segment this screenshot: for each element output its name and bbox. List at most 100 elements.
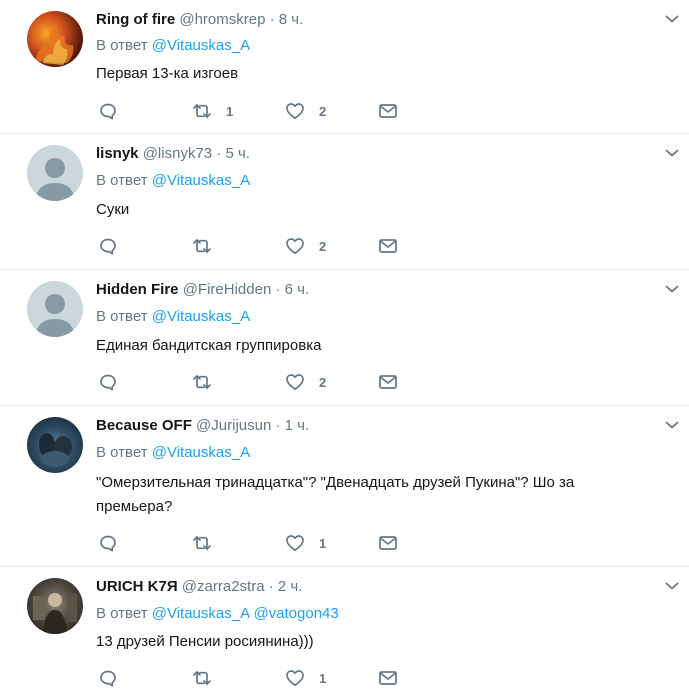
photo-icon — [33, 593, 77, 634]
heart-icon — [286, 535, 304, 552]
avatar[interactable] — [27, 578, 83, 634]
retweet-icon — [193, 104, 211, 118]
like-count: 2 — [319, 103, 327, 119]
fire-icon — [35, 25, 74, 65]
username[interactable]: @FireHidden — [183, 281, 272, 298]
reply-prefix: В ответ — [96, 172, 148, 189]
chevron-down-icon[interactable] — [665, 420, 679, 430]
reply-prefix: В ответ — [96, 37, 148, 54]
reply-button[interactable] — [98, 236, 118, 256]
tweet-text: "Омерзительная тринадцатка"? "Двенадцать… — [96, 474, 575, 515]
reply-mention-link-2[interactable]: @vatogon43 — [253, 605, 338, 622]
heart-icon — [286, 103, 304, 120]
timestamp[interactable]: · 8 ч. — [270, 11, 304, 28]
photo-icon — [39, 433, 72, 467]
reply-mention-link[interactable]: @Vitauskas_A — [152, 605, 250, 622]
timestamp[interactable]: · 1 ч. — [275, 417, 309, 434]
reply-icon — [100, 103, 116, 120]
chevron-down-icon[interactable] — [665, 14, 679, 24]
tweet[interactable]: Ring of fire @hromskrep · 8 ч. В ответ @… — [0, 0, 689, 134]
retweet-icon — [193, 375, 211, 389]
timestamp[interactable]: · 6 ч. — [275, 281, 309, 298]
like-button[interactable]: 1 — [285, 533, 326, 553]
retweet-button[interactable] — [192, 533, 226, 553]
display-name[interactable]: Hidden Fire — [96, 281, 179, 298]
envelope-icon — [379, 671, 397, 685]
like-count: 1 — [319, 535, 327, 551]
reply-icon — [100, 535, 116, 552]
reply-prefix: В ответ — [96, 605, 148, 622]
like-count: 1 — [319, 670, 327, 686]
timestamp[interactable]: · 5 ч. — [216, 145, 250, 162]
retweet-icon — [193, 671, 211, 685]
retweet-icon — [193, 239, 211, 253]
timestamp[interactable]: · 2 ч. — [269, 578, 303, 595]
reply-mention-link[interactable]: @Vitauskas_A — [152, 172, 250, 189]
chevron-down-icon[interactable] — [665, 148, 679, 158]
reply-context: В ответ @Vitauskas_A — [96, 171, 250, 191]
tweet-header: Hidden Fire @FireHidden · 6 ч. — [96, 280, 309, 300]
direct-message-button[interactable] — [378, 236, 398, 256]
default-profile-icon — [35, 294, 75, 337]
like-button[interactable]: 1 — [285, 668, 326, 688]
chevron-down-icon[interactable] — [665, 284, 679, 294]
display-name[interactable]: URICH K7Я — [96, 578, 178, 595]
like-button[interactable]: 2 — [285, 372, 326, 392]
avatar[interactable] — [27, 281, 83, 337]
tweet[interactable]: URICH K7Я @zarra2stra · 2 ч. В ответ @Vi… — [0, 567, 689, 697]
avatar[interactable] — [27, 145, 83, 201]
retweet-button[interactable] — [192, 668, 226, 688]
username[interactable]: @hromskrep — [179, 11, 265, 28]
reply-button[interactable] — [98, 101, 118, 121]
reply-icon — [100, 374, 116, 391]
heart-icon — [286, 238, 304, 255]
reply-button[interactable] — [98, 668, 118, 688]
reply-button[interactable] — [98, 533, 118, 553]
tweet-header: lisnyk @lisnyk73 · 5 ч. — [96, 144, 250, 164]
direct-message-button[interactable] — [378, 668, 398, 688]
like-count: 2 — [319, 374, 327, 390]
default-profile-icon — [35, 158, 75, 201]
tweet-header: URICH K7Я @zarra2stra · 2 ч. — [96, 577, 302, 597]
reply-mention-link[interactable]: @Vitauskas_A — [152, 308, 250, 325]
retweet-button[interactable]: 1 — [192, 101, 233, 121]
tweet-header: Because OFF @Jurijusun · 1 ч. — [96, 416, 309, 436]
reply-icon — [100, 670, 116, 687]
username[interactable]: @Jurijusun — [196, 417, 271, 434]
retweet-button[interactable] — [192, 236, 226, 256]
reply-context: В ответ @Vitauskas_A — [96, 36, 250, 56]
reply-mention-link[interactable]: @Vitauskas_A — [152, 37, 250, 54]
direct-message-button[interactable] — [378, 372, 398, 392]
envelope-icon — [379, 536, 397, 550]
direct-message-button[interactable] — [378, 533, 398, 553]
chevron-down-icon[interactable] — [665, 581, 679, 591]
envelope-icon — [379, 239, 397, 253]
like-count: 2 — [319, 238, 327, 254]
direct-message-button[interactable] — [378, 101, 398, 121]
reply-prefix: В ответ — [96, 308, 148, 325]
display-name[interactable]: Because OFF — [96, 417, 192, 434]
tweet-text: 13 друзей Пенсии росиянина))) — [96, 633, 314, 650]
display-name[interactable]: Ring of fire — [96, 11, 175, 28]
username[interactable]: @lisnyk73 — [143, 145, 212, 162]
envelope-icon — [379, 375, 397, 389]
retweet-icon — [193, 536, 211, 550]
reply-button[interactable] — [98, 372, 118, 392]
like-button[interactable]: 2 — [285, 101, 326, 121]
retweet-button[interactable] — [192, 372, 226, 392]
tweet-text: Единая бандитская группировка — [96, 337, 322, 354]
avatar[interactable] — [27, 11, 83, 67]
reply-context: В ответ @Vitauskas_A — [96, 307, 250, 327]
tweet[interactable]: lisnyk @lisnyk73 · 5 ч. В ответ @Vitausk… — [0, 134, 689, 270]
username[interactable]: @zarra2stra — [182, 578, 265, 595]
reply-context: В ответ @Vitauskas_A — [96, 443, 250, 463]
tweet[interactable]: Because OFF @Jurijusun · 1 ч. В ответ @V… — [0, 406, 689, 567]
like-button[interactable]: 2 — [285, 236, 326, 256]
display-name[interactable]: lisnyk — [96, 145, 139, 162]
tweet-header: Ring of fire @hromskrep · 8 ч. — [96, 10, 303, 30]
reply-mention-link[interactable]: @Vitauskas_A — [152, 444, 250, 461]
envelope-icon — [379, 104, 397, 118]
reply-icon — [100, 238, 116, 255]
tweet[interactable]: Hidden Fire @FireHidden · 6 ч. В ответ @… — [0, 270, 689, 406]
avatar[interactable] — [27, 417, 83, 473]
